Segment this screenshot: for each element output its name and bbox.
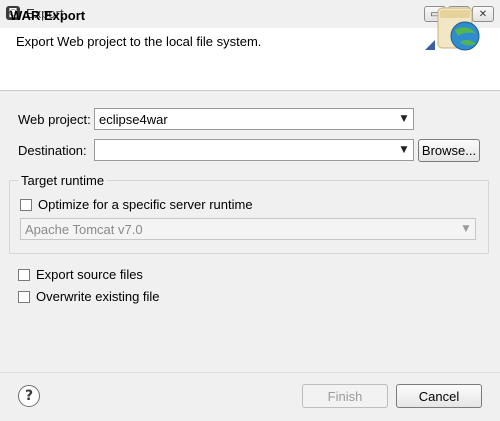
browse-button[interactable]: Browse... xyxy=(418,139,480,162)
cancel-button[interactable]: Cancel xyxy=(396,384,482,408)
wizard-title: WAR Export xyxy=(10,8,86,23)
chevron-down-icon: ▼ xyxy=(400,145,408,155)
chevron-down-icon: ▼ xyxy=(400,114,408,124)
jar-globe-icon xyxy=(425,7,480,51)
destination-label: Destination: xyxy=(18,143,87,158)
finish-button[interactable]: Finish xyxy=(302,384,388,408)
target-runtime-group xyxy=(9,180,489,254)
chevron-down-icon: ▼ xyxy=(462,224,470,234)
optimize-runtime-label: Optimize for a specific server runtime xyxy=(38,197,253,212)
server-runtime-combo[interactable]: Apache Tomcat v7.0 ▼ xyxy=(20,218,476,240)
overwrite-option[interactable]: Overwrite existing file xyxy=(18,289,160,304)
export-source-checkbox[interactable] xyxy=(18,268,30,281)
wizard-description: Export Web project to the local file sys… xyxy=(16,34,262,49)
export-source-option[interactable]: Export source files xyxy=(18,267,143,282)
web-project-value: eclipse4war xyxy=(99,111,168,127)
export-source-label: Export source files xyxy=(36,267,143,282)
optimize-runtime-checkbox[interactable] xyxy=(20,198,32,211)
web-project-label: Web project: xyxy=(18,112,91,127)
optimize-runtime-option[interactable]: Optimize for a specific server runtime xyxy=(20,197,253,212)
help-icon[interactable]: ? xyxy=(18,385,40,407)
target-runtime-group-title: Target runtime xyxy=(18,173,108,188)
overwrite-checkbox[interactable] xyxy=(18,290,30,303)
overwrite-label: Overwrite existing file xyxy=(36,289,160,304)
web-project-combo[interactable]: eclipse4war ▼ xyxy=(94,108,414,130)
server-runtime-value: Apache Tomcat v7.0 xyxy=(25,221,143,237)
destination-combo[interactable]: ▼ xyxy=(94,139,414,161)
